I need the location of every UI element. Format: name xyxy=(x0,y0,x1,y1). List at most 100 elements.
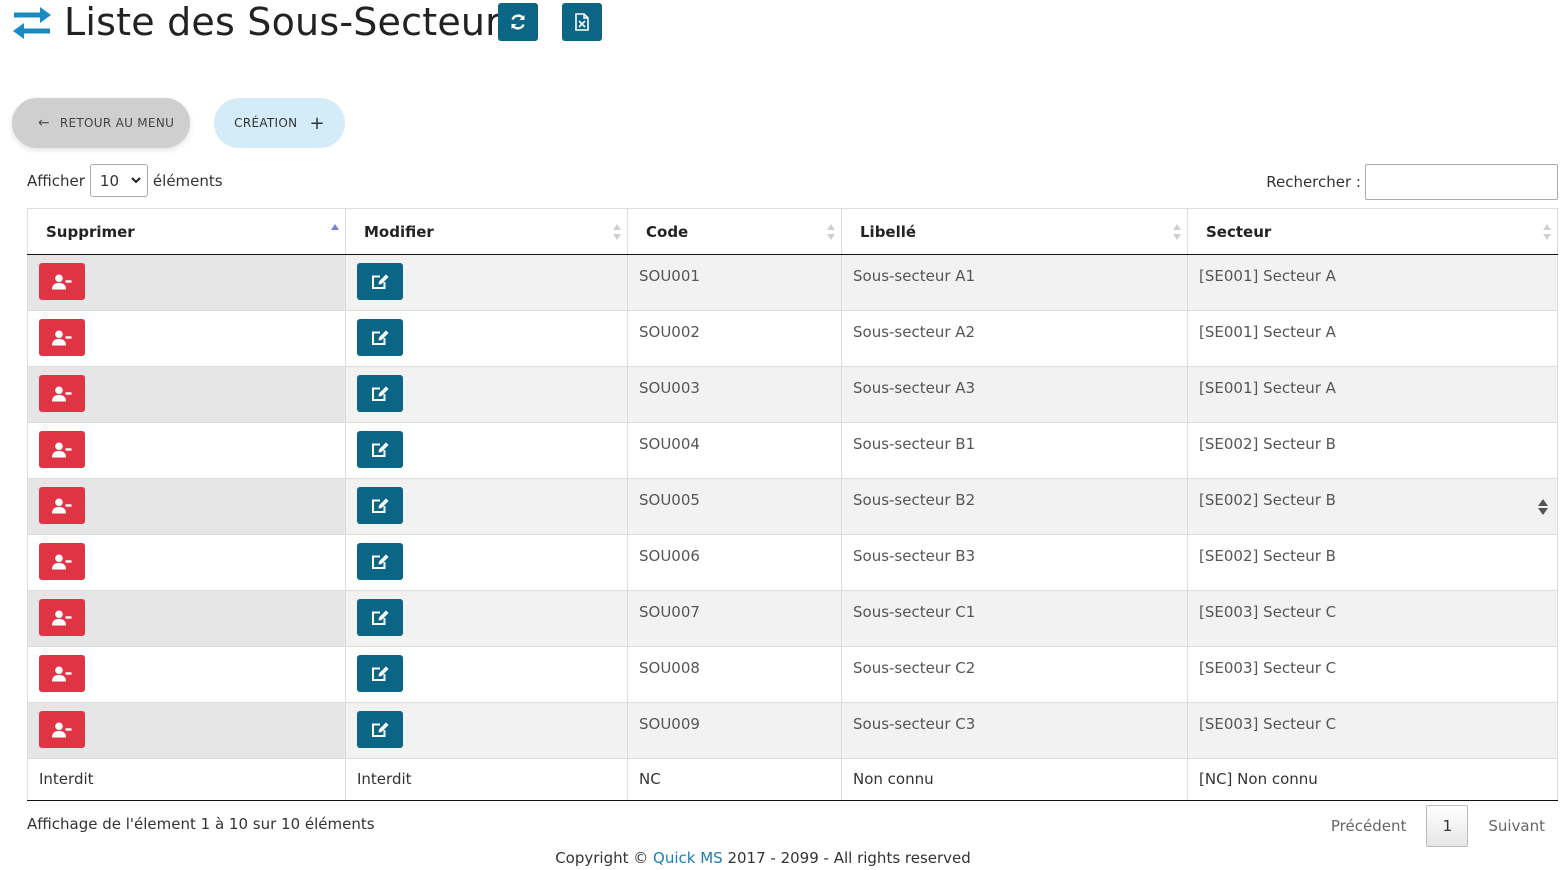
sort-both-icon xyxy=(613,224,621,240)
plus-icon: + xyxy=(309,112,325,134)
page-length-select[interactable]: 10 xyxy=(89,164,148,197)
column-header-secteur[interactable]: Secteur xyxy=(1187,208,1558,255)
cell-modifier xyxy=(345,422,628,479)
column-header-supprimer[interactable]: Supprimer xyxy=(27,208,346,255)
search-input[interactable] xyxy=(1365,164,1558,200)
cell-secteur: [NC] Non connu xyxy=(1187,758,1558,801)
table-row: SOU004 Sous-secteur B1 [SE002] Secteur B xyxy=(27,422,1558,479)
page-title: Liste des Sous-Secteurs xyxy=(64,0,522,44)
edit-button[interactable] xyxy=(357,375,403,412)
delete-user-icon xyxy=(52,610,72,625)
delete-user-icon xyxy=(52,554,72,569)
cell-libelle: Sous-secteur B2 xyxy=(841,478,1188,535)
cell-code: NC xyxy=(627,758,842,801)
cell-secteur: [SE003] Secteur C xyxy=(1187,590,1558,647)
cell-supprimer xyxy=(27,534,346,591)
page-1-button[interactable]: 1 xyxy=(1426,805,1469,847)
delete-button[interactable] xyxy=(39,431,85,468)
cell-code: SOU006 xyxy=(627,534,842,591)
delete-button[interactable] xyxy=(39,599,85,636)
column-header-libelle[interactable]: Libellé xyxy=(841,208,1188,255)
refresh-button[interactable] xyxy=(498,3,538,41)
cell-libelle: Sous-secteur C2 xyxy=(841,646,1188,703)
cell-secteur: [SE002] Secteur B xyxy=(1187,478,1558,535)
footer: Copyright © Quick MS 2017 - 2099 - All r… xyxy=(0,849,1526,867)
edit-button[interactable] xyxy=(357,263,403,300)
cell-modifier xyxy=(345,534,628,591)
table-row: SOU005 Sous-secteur B2 [SE002] Secteur B xyxy=(27,478,1558,535)
cell-supprimer xyxy=(27,590,346,647)
excel-export-button[interactable] xyxy=(562,3,602,41)
edit-button[interactable] xyxy=(357,599,403,636)
column-header-code[interactable]: Code xyxy=(627,208,842,255)
edit-icon xyxy=(372,274,389,289)
table-row: SOU003 Sous-secteur A3 [SE001] Secteur A xyxy=(27,366,1558,423)
edit-button[interactable] xyxy=(357,487,403,524)
cell-modifier xyxy=(345,254,628,311)
edit-button[interactable] xyxy=(357,431,403,468)
delete-button[interactable] xyxy=(39,655,85,692)
cell-modifier xyxy=(345,702,628,759)
cell-supprimer xyxy=(27,702,346,759)
cell-libelle: Sous-secteur A1 xyxy=(841,254,1188,311)
sort-both-icon xyxy=(1173,224,1181,240)
cell-code: SOU004 xyxy=(627,422,842,479)
edit-icon xyxy=(372,554,389,569)
cell-modifier xyxy=(345,646,628,703)
delete-button[interactable] xyxy=(39,263,85,300)
swap-arrows-icon xyxy=(13,6,51,39)
edit-button[interactable] xyxy=(357,543,403,580)
cell-secteur: [SE001] Secteur A xyxy=(1187,310,1558,367)
refresh-icon xyxy=(511,14,525,30)
quick-ms-link[interactable]: Quick MS xyxy=(653,849,723,867)
edit-icon xyxy=(372,610,389,625)
cell-code: SOU005 xyxy=(627,478,842,535)
cell-modifier xyxy=(345,590,628,647)
delete-button[interactable] xyxy=(39,543,85,580)
cell-libelle: Sous-secteur B1 xyxy=(841,422,1188,479)
previous-page-button[interactable]: Précédent xyxy=(1331,817,1406,835)
delete-user-icon xyxy=(52,498,72,513)
copyright-prefix: Copyright © xyxy=(555,849,649,867)
delete-button[interactable] xyxy=(39,319,85,356)
edit-button[interactable] xyxy=(357,711,403,748)
delete-user-icon xyxy=(52,722,72,737)
edit-icon xyxy=(372,386,389,401)
chevron-down-icon xyxy=(131,177,141,184)
cell-supprimer xyxy=(27,366,346,423)
table-row: SOU009 Sous-secteur C3 [SE003] Secteur C xyxy=(27,702,1558,759)
column-header-modifier[interactable]: Modifier xyxy=(345,208,628,255)
excel-export-icon xyxy=(575,13,589,31)
search-control: Rechercher : xyxy=(1266,164,1558,200)
delete-user-icon xyxy=(52,666,72,681)
table-header-row: Supprimer Modifier Code Libellé Secteur xyxy=(27,208,1558,255)
show-label: Afficher xyxy=(27,171,85,190)
table-row: SOU007 Sous-secteur C1 [SE003] Secteur C xyxy=(27,590,1558,647)
cell-libelle: Sous-secteur C3 xyxy=(841,702,1188,759)
cell-code: SOU008 xyxy=(627,646,842,703)
edit-icon xyxy=(372,666,389,681)
delete-user-icon xyxy=(52,442,72,457)
edit-icon xyxy=(372,442,389,457)
edit-icon xyxy=(372,498,389,513)
edit-button[interactable] xyxy=(357,319,403,356)
back-to-menu-button[interactable]: ← Retour au menu xyxy=(12,98,190,148)
pagination: Précédent 1 Suivant xyxy=(1331,805,1545,847)
cell-secteur: [SE002] Secteur B xyxy=(1187,534,1558,591)
delete-button[interactable] xyxy=(39,375,85,412)
edit-button[interactable] xyxy=(357,655,403,692)
cell-secteur: [SE002] Secteur B xyxy=(1187,422,1558,479)
cell-secteur: [SE003] Secteur C xyxy=(1187,702,1558,759)
table-row: SOU001 Sous-secteur A1 [SE001] Secteur A xyxy=(27,254,1558,311)
delete-button[interactable] xyxy=(39,711,85,748)
table-row: SOU002 Sous-secteur A2 [SE001] Secteur A xyxy=(27,310,1558,367)
cell-supprimer xyxy=(27,646,346,703)
sort-both-icon xyxy=(827,224,835,240)
entries-label: éléments xyxy=(152,171,223,190)
next-page-button[interactable]: Suivant xyxy=(1488,817,1545,835)
delete-button[interactable] xyxy=(39,487,85,524)
cell-code: SOU003 xyxy=(627,366,842,423)
create-button[interactable]: Création + xyxy=(214,98,345,148)
cell-code: SOU007 xyxy=(627,590,842,647)
search-label: Rechercher : xyxy=(1266,173,1361,191)
